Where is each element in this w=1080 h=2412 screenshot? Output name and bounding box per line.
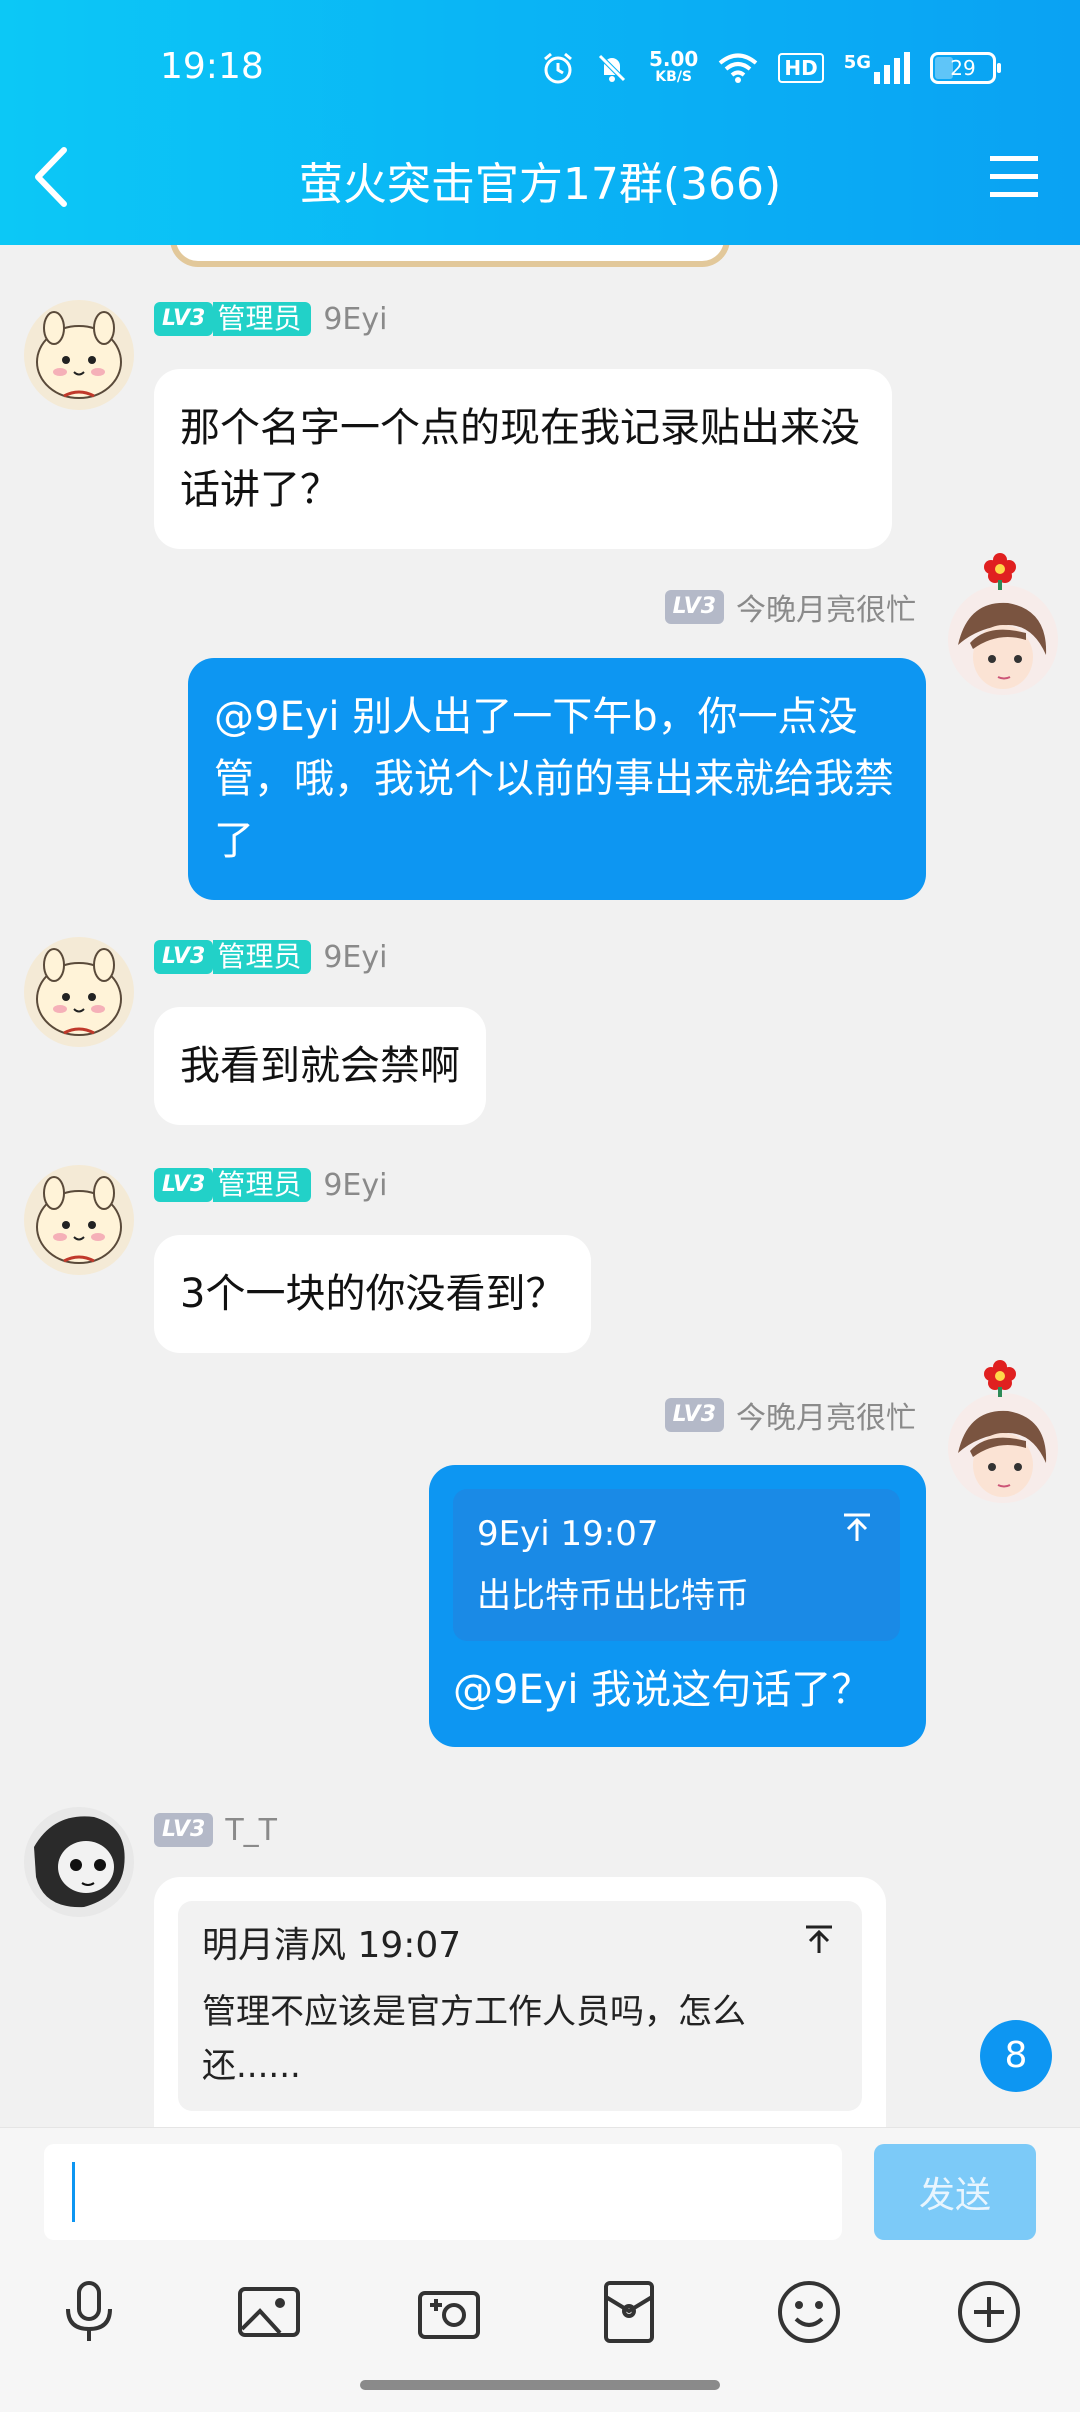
quoted-message[interactable]: 9Eyi 19:07 出比特币出比特币 <box>453 1489 900 1641</box>
avatar[interactable] <box>948 1393 1058 1503</box>
level-badge: LV3 <box>664 590 724 624</box>
sender-meta: LV3 管理员 9Eyi <box>154 937 387 977</box>
quote-text: 出比特币出比特币 <box>477 1576 749 1616</box>
emoji-icon[interactable] <box>774 2277 844 2347</box>
sender-meta: LV3 管理员 9Eyi <box>154 1165 387 1205</box>
jump-to-quote-icon[interactable] <box>840 1511 874 1545</box>
image-icon[interactable] <box>234 2277 304 2347</box>
input-toolbar <box>0 2257 1080 2361</box>
battery-level: 29 <box>950 56 976 80</box>
message-text: @9Eyi 我说这句话了？ <box>453 1667 872 1713</box>
camera-icon[interactable] <box>414 2277 484 2347</box>
unread-count-badge[interactable]: 8 <box>980 2020 1052 2092</box>
avatar[interactable] <box>24 1807 134 1917</box>
flower-decoration <box>984 553 1016 590</box>
sender-name[interactable]: 9Eyi <box>323 302 387 337</box>
cartoon-bunny-avatar <box>24 937 134 1047</box>
sender-meta: LV3 今晚月亮很忙 <box>664 1393 916 1437</box>
menu-icon[interactable] <box>988 150 1040 202</box>
top-bar: 19:18 5.00 KB/S HD 5G 29 萤火突击官方17群(366) <box>0 0 1080 245</box>
admin-tag: 管理员 <box>213 940 312 974</box>
red-packet-icon[interactable] <box>594 2277 664 2347</box>
message-bubble[interactable]: 3个一块的你没看到？ <box>154 1235 592 1353</box>
flower-decoration <box>984 1360 1016 1397</box>
level-badge: LV3 <box>154 1168 214 1202</box>
message-list[interactable]: LV3 管理员 9Eyi 那个名字一个点的现在我记录贴出来没话讲了？ LV3 今… <box>0 245 1080 2127</box>
signal-bars-icon <box>874 52 910 84</box>
wifi-icon <box>719 53 758 83</box>
anime-boy-avatar <box>948 1393 1058 1503</box>
sender-meta: LV3 今晚月亮很忙 <box>664 585 916 629</box>
message-bubble[interactable]: @9Eyi 别人出了一下午b，你一点没管，哦，我说个以前的事出来就给我禁了 <box>188 658 926 900</box>
quote-text: 管理不应该是官方工作人员吗，怎么还...... <box>202 1992 746 2086</box>
status-time: 19:18 <box>160 46 264 87</box>
sender-name[interactable]: 9Eyi <box>323 1168 387 1203</box>
alarm-icon <box>544 52 572 84</box>
message-bubble[interactable]: 我看到就会禁啊 <box>154 1007 486 1125</box>
message-bubble[interactable]: 那个名字一个点的现在我记录贴出来没话讲了？ <box>154 369 892 549</box>
hd-badge: HD <box>778 53 824 83</box>
avatar[interactable] <box>24 300 134 410</box>
quote-author: 9Eyi 19:07 <box>477 1514 659 1554</box>
message-bubble[interactable]: 9Eyi 19:07 出比特币出比特币 @9Eyi 我说这句话了？ <box>429 1465 926 1747</box>
gesture-bar[interactable] <box>360 2380 720 2390</box>
anime-boy-avatar <box>948 585 1058 695</box>
sender-name[interactable]: 9Eyi <box>323 940 387 975</box>
signal-indicator: 5G <box>844 52 910 84</box>
network-speed-unit: KB/S <box>655 69 693 85</box>
sender-meta: LV3 管理员 9Eyi <box>154 299 387 339</box>
level-badge: LV3 <box>154 302 214 336</box>
quote-author: 明月清风 19:07 <box>202 1925 462 1966</box>
sender-name[interactable]: 今晚月亮很忙 <box>736 1393 916 1437</box>
message-input[interactable] <box>44 2144 842 2240</box>
sender-name[interactable]: 今晚月亮很忙 <box>736 585 916 629</box>
cartoon-bunny-avatar <box>24 1165 134 1275</box>
quoted-message[interactable]: 明月清风 19:07 管理不应该是官方工作人员吗，怎么还...... <box>178 1901 862 2111</box>
input-bar: 发送 <box>0 2127 1080 2257</box>
cartoon-bunny-avatar <box>24 300 134 410</box>
text-cursor <box>72 2162 75 2222</box>
level-badge: LV3 <box>664 1398 724 1432</box>
admin-tag: 管理员 <box>213 1168 312 1202</box>
jump-to-quote-icon[interactable] <box>802 1923 836 1957</box>
level-badge: LV3 <box>154 940 214 974</box>
previous-message-fragment <box>170 245 730 267</box>
sender-name[interactable]: T_T <box>225 1813 277 1848</box>
mute-bell-icon <box>598 54 626 82</box>
send-button[interactable]: 发送 <box>874 2144 1036 2240</box>
avatar[interactable] <box>24 1165 134 1275</box>
mic-icon[interactable] <box>54 2277 124 2347</box>
level-badge: LV3 <box>154 1813 214 1847</box>
status-icons: 5.00 KB/S HD 5G 29 <box>541 44 1001 92</box>
signal-label: 5G <box>843 52 871 73</box>
avatar[interactable] <box>948 585 1058 695</box>
plus-icon[interactable] <box>954 2277 1024 2347</box>
ink-character-avatar <box>24 1807 134 1917</box>
avatar[interactable] <box>24 937 134 1047</box>
sender-meta: LV3 T_T <box>154 1810 277 1850</box>
battery-indicator: 29 <box>930 52 1001 84</box>
chat-title: 萤火突击官方17群(366) <box>298 159 782 210</box>
network-speed: 5.00 KB/S <box>649 49 698 86</box>
admin-tag: 管理员 <box>213 302 312 336</box>
message-bubble[interactable]: 明月清风 19:07 管理不应该是官方工作人员吗，怎么还...... <box>154 1877 886 2127</box>
